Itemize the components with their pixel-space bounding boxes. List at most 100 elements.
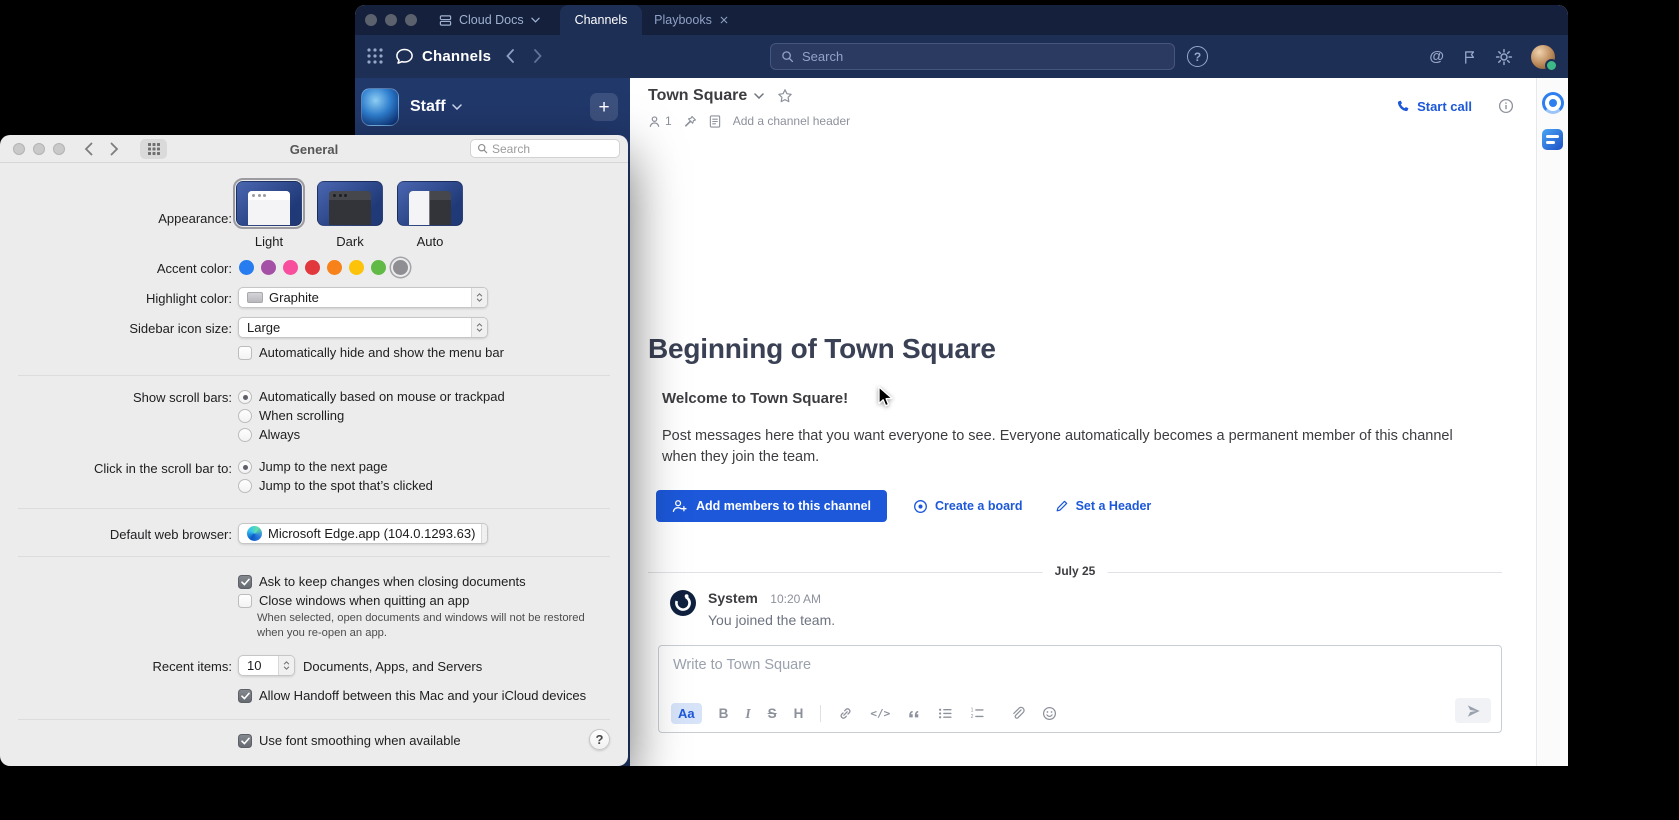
- code-button[interactable]: </>: [870, 707, 890, 720]
- checkbox-handoff[interactable]: Allow Handoff between this Mac and your …: [238, 688, 586, 703]
- close-tab-icon[interactable]: [720, 16, 728, 24]
- checkbox-close-windows[interactable]: Close windows when quitting an app: [238, 593, 469, 608]
- chevron-down-icon[interactable]: [754, 93, 764, 99]
- mentions-icon[interactable]: @: [1429, 48, 1444, 65]
- link-button[interactable]: [838, 706, 853, 721]
- global-search[interactable]: [770, 43, 1175, 70]
- server-menu[interactable]: Cloud Docs: [439, 5, 540, 35]
- checkbox-indicator: [238, 594, 252, 608]
- preferences-search[interactable]: [470, 139, 620, 158]
- radio-indicator: [238, 460, 252, 474]
- date-divider-label[interactable]: July 25: [1043, 564, 1108, 578]
- forward-button[interactable]: [102, 139, 126, 159]
- user-avatar[interactable]: [1531, 45, 1555, 69]
- accent-swatch-pink[interactable]: [283, 260, 298, 275]
- window-controls[interactable]: [13, 143, 65, 155]
- accent-swatch-purple[interactable]: [261, 260, 276, 275]
- radio-jump-next-page[interactable]: Jump to the next page: [238, 459, 388, 474]
- checkbox-font-smoothing[interactable]: Use font smoothing when available: [238, 733, 461, 748]
- playbooks-app-icon[interactable]: [1542, 92, 1564, 114]
- accent-swatch-yellow[interactable]: [349, 260, 364, 275]
- back-button[interactable]: [76, 139, 100, 159]
- start-call-button[interactable]: Start call: [1396, 99, 1472, 114]
- sidebar-icon-size-value: Large: [247, 320, 280, 335]
- heading-button[interactable]: H: [794, 706, 804, 721]
- toolbar-divider: [820, 705, 821, 722]
- pinned-posts-icon[interactable]: [684, 115, 697, 128]
- boards-icon: [913, 499, 928, 514]
- channel-info-icon[interactable]: [1498, 98, 1514, 114]
- accent-swatch-green[interactable]: [371, 260, 386, 275]
- checkbox-ask-keep-changes[interactable]: Ask to keep changes when closing documen…: [238, 574, 526, 589]
- product-switcher-icon[interactable]: [366, 47, 384, 65]
- search-input[interactable]: [802, 49, 1164, 64]
- member-count[interactable]: 1: [648, 114, 672, 128]
- recent-items-label: Recent items:: [0, 659, 232, 674]
- show-formatting-button[interactable]: Aa: [671, 703, 702, 724]
- bulleted-list-button[interactable]: [938, 707, 953, 720]
- history-forward-button[interactable]: [533, 48, 543, 64]
- history-back-button[interactable]: [505, 48, 515, 64]
- strikethrough-button[interactable]: S: [768, 706, 777, 721]
- accent-swatch-red[interactable]: [305, 260, 320, 275]
- help-button[interactable]: ?: [1187, 46, 1208, 67]
- italic-button[interactable]: I: [745, 706, 750, 722]
- create-board-button[interactable]: Create a board: [913, 499, 1023, 514]
- highlight-color-label: Highlight color:: [0, 291, 232, 306]
- channel-files-icon[interactable]: [709, 115, 721, 128]
- team-avatar[interactable]: [361, 88, 399, 126]
- channel-name[interactable]: Town Square: [648, 87, 747, 105]
- tab-channels[interactable]: Channels: [560, 5, 642, 35]
- checkbox-hide-menubar[interactable]: Automatically hide and show the menu bar: [238, 345, 504, 360]
- message-composer[interactable]: Write to Town Square Aa B I S H </>: [658, 645, 1502, 733]
- search-input[interactable]: [492, 142, 613, 156]
- accent-swatch-graphite[interactable]: [393, 260, 408, 275]
- accent-swatch-orange[interactable]: [327, 260, 342, 275]
- quote-button[interactable]: [907, 708, 921, 720]
- add-members-button[interactable]: Add members to this channel: [656, 490, 887, 522]
- close-window-button[interactable]: [365, 14, 377, 26]
- sidebar-icon-size-select[interactable]: Large: [238, 317, 488, 338]
- search-icon: [477, 143, 488, 154]
- radio-label: Automatically based on mouse or trackpad: [259, 389, 505, 404]
- checkbox-label: Use font smoothing when available: [259, 733, 461, 748]
- highlight-color-select[interactable]: Graphite: [238, 287, 488, 308]
- zoom-window-button[interactable]: [53, 143, 65, 155]
- radio-scrollbars-always[interactable]: Always: [238, 427, 300, 442]
- saved-posts-icon[interactable]: [1462, 49, 1477, 65]
- team-menu[interactable]: Staff: [410, 98, 462, 116]
- send-message-button[interactable]: [1455, 698, 1491, 723]
- appearance-option-light[interactable]: Light: [236, 181, 302, 249]
- set-header-button[interactable]: Set a Header: [1055, 499, 1152, 513]
- appearance-option-dark[interactable]: Dark: [317, 181, 383, 249]
- attachment-button[interactable]: [1010, 706, 1025, 721]
- numbered-list-button[interactable]: 12: [970, 707, 985, 720]
- radio-jump-to-spot[interactable]: Jump to the spot that’s clicked: [238, 478, 433, 493]
- default-browser-select[interactable]: Microsoft Edge.app (104.0.1293.63): [238, 523, 488, 544]
- add-channel-button[interactable]: +: [590, 93, 618, 121]
- boards-app-icon[interactable]: [1542, 129, 1563, 150]
- add-channel-header-button[interactable]: Add a channel header: [733, 114, 850, 128]
- checkbox-label: Automatically hide and show the menu bar: [259, 345, 504, 360]
- accent-swatch-blue[interactable]: [239, 260, 254, 275]
- emoji-button[interactable]: [1042, 706, 1057, 721]
- minimize-window-button[interactable]: [385, 14, 397, 26]
- recent-items-select[interactable]: 10: [238, 655, 295, 676]
- zoom-window-button[interactable]: [405, 14, 417, 26]
- tab-playbooks[interactable]: Playbooks: [645, 5, 737, 35]
- message-author[interactable]: System: [708, 590, 758, 606]
- minimize-window-button[interactable]: [33, 143, 45, 155]
- appearance-label: Appearance:: [0, 211, 232, 226]
- radio-scrollbars-automatic[interactable]: Automatically based on mouse or trackpad: [238, 389, 505, 404]
- favorite-star-icon[interactable]: [777, 88, 793, 104]
- select-stepper-icon: [481, 524, 488, 543]
- help-button[interactable]: ?: [589, 729, 610, 750]
- appearance-option-auto[interactable]: Auto: [397, 181, 463, 249]
- window-controls[interactable]: [365, 14, 417, 26]
- show-all-button[interactable]: [140, 139, 167, 159]
- radio-scrollbars-when-scrolling[interactable]: When scrolling: [238, 408, 344, 423]
- accent-swatch-row: [239, 260, 408, 275]
- close-window-button[interactable]: [13, 143, 25, 155]
- bold-button[interactable]: B: [719, 706, 729, 721]
- settings-gear-icon[interactable]: [1495, 48, 1513, 66]
